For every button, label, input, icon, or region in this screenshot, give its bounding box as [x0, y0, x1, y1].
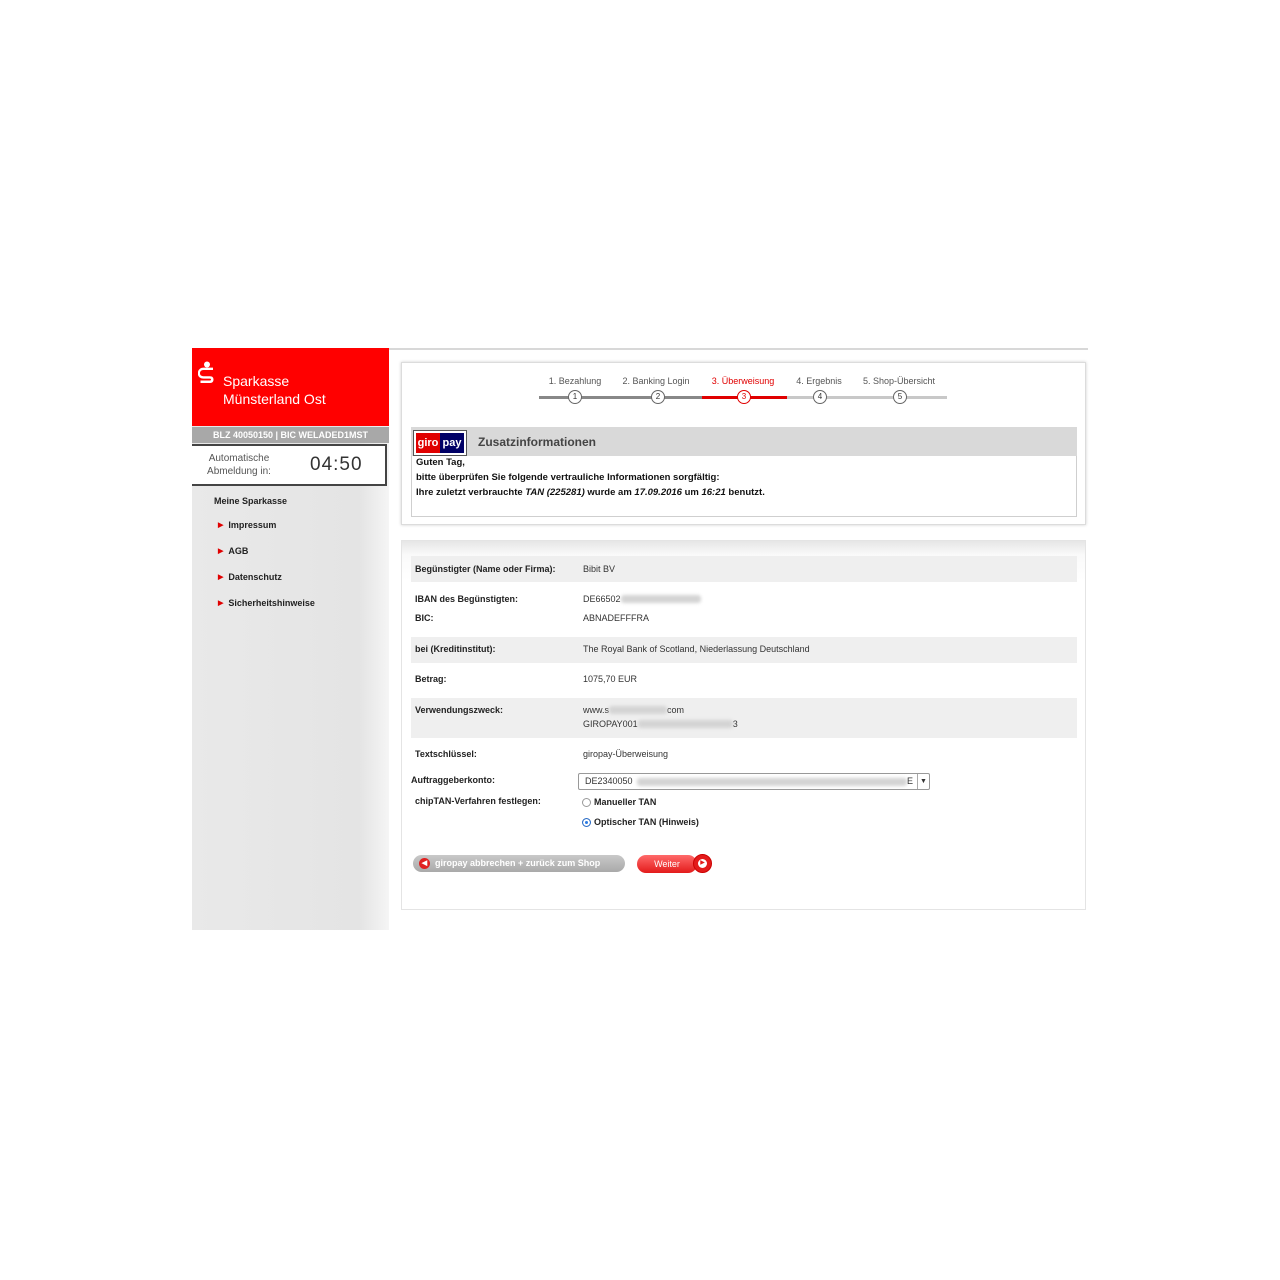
radio-optical-tan[interactable]: Optischer TAN (Hinweis) [582, 817, 699, 827]
iban-visible: DE66502 [583, 594, 621, 604]
iban-label: IBAN des Begünstigten: [415, 594, 519, 604]
step-1-marker: 1 [568, 390, 582, 404]
bank-label: bei (Kreditinstitut): [415, 644, 496, 654]
key-value: giropay-Überweisung [583, 749, 669, 759]
key-row: Textschlüssel: giropay-Überweisung [411, 743, 1077, 767]
sidebar-item-label: Datenschutz [228, 572, 282, 582]
sidebar-item-label: Sicherheitshinweise [228, 598, 315, 608]
amount-label: Betrag: [415, 674, 447, 684]
logout-timer-box: Automatische Abmeldung in: 04:50 [192, 444, 387, 486]
arrow-right-icon: ▶ [218, 522, 224, 529]
step-2-marker: 2 [651, 390, 665, 404]
arrow-right-icon: ▶ [218, 548, 224, 555]
next-button-label: Weiter [637, 855, 697, 873]
blz-bic-bar: BLZ 40050150 | BIC WELADED1MST [192, 427, 389, 443]
bank-value: The Royal Bank of Scotland, Niederlassun… [583, 644, 810, 654]
sidebar-item-label: AGB [228, 546, 249, 556]
top-divider [388, 348, 1088, 350]
arrow-right-icon: ▶ [218, 574, 224, 581]
account-select-value-end: E [907, 776, 914, 786]
account-label: Auftraggeberkonto: [411, 775, 495, 785]
purpose-text: 3 [732, 719, 738, 729]
purpose-text: www.s [583, 705, 610, 715]
cancel-button-label: giropay abbrechen + zurück zum Shop [435, 858, 601, 868]
info-text: Ihre zuletzt verbrauchte [416, 487, 526, 498]
radio-manual-tan[interactable]: Manueller TAN [582, 797, 656, 807]
iban-bic-row: IBAN des Begünstigten: DE66502 BIC: ABNA… [411, 586, 1077, 626]
step-1-label: 1. Bezahlung [548, 376, 602, 386]
info-header: giro pay Zusatzinformationen [411, 427, 1077, 456]
arrow-right-icon: ▶ [218, 600, 224, 607]
logout-timer-label: Automatische Abmeldung in: [207, 453, 271, 477]
beneficiary-label: Begünstigter (Name oder Firma): [415, 564, 556, 574]
info-body: Guten Tag, bitte überprüfen Sie folgende… [411, 456, 1077, 517]
radio-label: Optischer TAN (Hinweis) [594, 817, 699, 827]
sidebar-item-agb[interactable]: ▶ AGB [218, 546, 248, 556]
sidebar-item-sicherheitshinweise[interactable]: ▶ Sicherheitshinweise [218, 598, 315, 608]
giropay-logo-pay: pay [440, 433, 464, 453]
chevron-down-icon: ▼ [917, 774, 929, 789]
brand-name-line2: Münsterland Ost [223, 391, 326, 407]
purpose-label: Verwendungszweck: [415, 705, 504, 715]
step-3-marker: 3 [737, 390, 751, 404]
step-2-label: 2. Banking Login [622, 376, 690, 386]
last-tan-date: 17.09.2016 [634, 487, 682, 498]
tan-method-label: chipTAN-Verfahren festlegen: [415, 796, 541, 806]
next-button[interactable]: Weiter ▶ [637, 854, 714, 874]
progress-panel: 1. Bezahlung 2. Banking Login 3. Überwei… [401, 362, 1086, 525]
purpose-line-2: GIROPAY001 3 [583, 719, 738, 729]
info-greeting: Guten Tag, [416, 457, 465, 468]
account-select-value: DE2340050 [585, 776, 633, 786]
radio-button[interactable] [582, 798, 591, 807]
sidebar-item-impressum[interactable]: ▶ Impressum [218, 520, 276, 530]
purpose-line-1: www.s com [583, 705, 684, 715]
info-text: wurde am [584, 487, 635, 498]
sparkasse-s-icon [198, 361, 214, 383]
redacted-blur [609, 706, 668, 714]
nav-title: Meine Sparkasse [214, 496, 288, 506]
giropay-logo: giro pay [413, 430, 467, 456]
purpose-row: Verwendungszweck: www.s com GIROPAY001 3 [411, 698, 1077, 738]
step-3-label: 3. Überweisung [711, 376, 775, 386]
sidebar-item-datenschutz[interactable]: ▶ Datenschutz [218, 572, 282, 582]
beneficiary-value: Bibit BV [583, 564, 616, 574]
amount-row: Betrag: 1075,70 EUR [411, 667, 1077, 693]
bic-label: BIC: [415, 613, 434, 623]
account-select[interactable]: DE2340050 E ▼ [578, 773, 930, 790]
info-title: Zusatzinformationen [478, 435, 597, 449]
brand-name-line1: Sparkasse [223, 373, 290, 389]
redacted-blur [637, 778, 907, 786]
transfer-details-panel: Begünstigter (Name oder Firma): Bibit BV… [401, 540, 1086, 910]
iban-value: DE66502 [583, 594, 701, 604]
radio-button-checked[interactable] [582, 818, 591, 827]
brand-header: Sparkasse Münsterland Ost [192, 348, 389, 426]
redacted-blur [637, 720, 733, 728]
giropay-logo-giro: giro [416, 433, 440, 453]
info-text: benutzt. [725, 487, 765, 498]
info-line-2: bitte überprüfen Sie folgende vertraulic… [416, 472, 720, 483]
sidebar: Sparkasse Münsterland Ost BLZ 40050150 |… [192, 348, 389, 930]
step-5-marker: 5 [893, 390, 907, 404]
next-arrow-icon: ▶ [693, 854, 712, 873]
radio-label: Manueller TAN [594, 797, 657, 807]
info-line-3: Ihre zuletzt verbrauchte TAN (225281) wu… [416, 487, 765, 498]
beneficiary-row: Begünstigter (Name oder Firma): Bibit BV [411, 556, 1077, 582]
step-4-marker: 4 [813, 390, 827, 404]
last-tan-time: 16:21 [701, 487, 726, 498]
purpose-text: com [667, 705, 685, 715]
step-5-label: 5. Shop-Übersicht [862, 376, 936, 386]
bic-value: ABNADEFFFRA [583, 613, 650, 623]
amount-value: 1075,70 EUR [583, 674, 638, 684]
key-label: Textschlüssel: [415, 749, 477, 759]
bank-row: bei (Kreditinstitut): The Royal Bank of … [411, 637, 1077, 663]
last-tan: TAN (225281) [525, 487, 585, 498]
info-text: um [681, 487, 702, 498]
redacted-blur [620, 595, 701, 603]
sidebar-item-label: Impressum [228, 520, 277, 530]
cancel-button[interactable]: ◀ giropay abbrechen + zurück zum Shop [413, 855, 625, 872]
logout-timer-value: 04:50 [310, 454, 363, 475]
cancel-arrow-icon: ◀ [419, 858, 430, 869]
step-4-label: 4. Ergebnis [796, 376, 842, 386]
purpose-text: GIROPAY001 [583, 719, 638, 729]
